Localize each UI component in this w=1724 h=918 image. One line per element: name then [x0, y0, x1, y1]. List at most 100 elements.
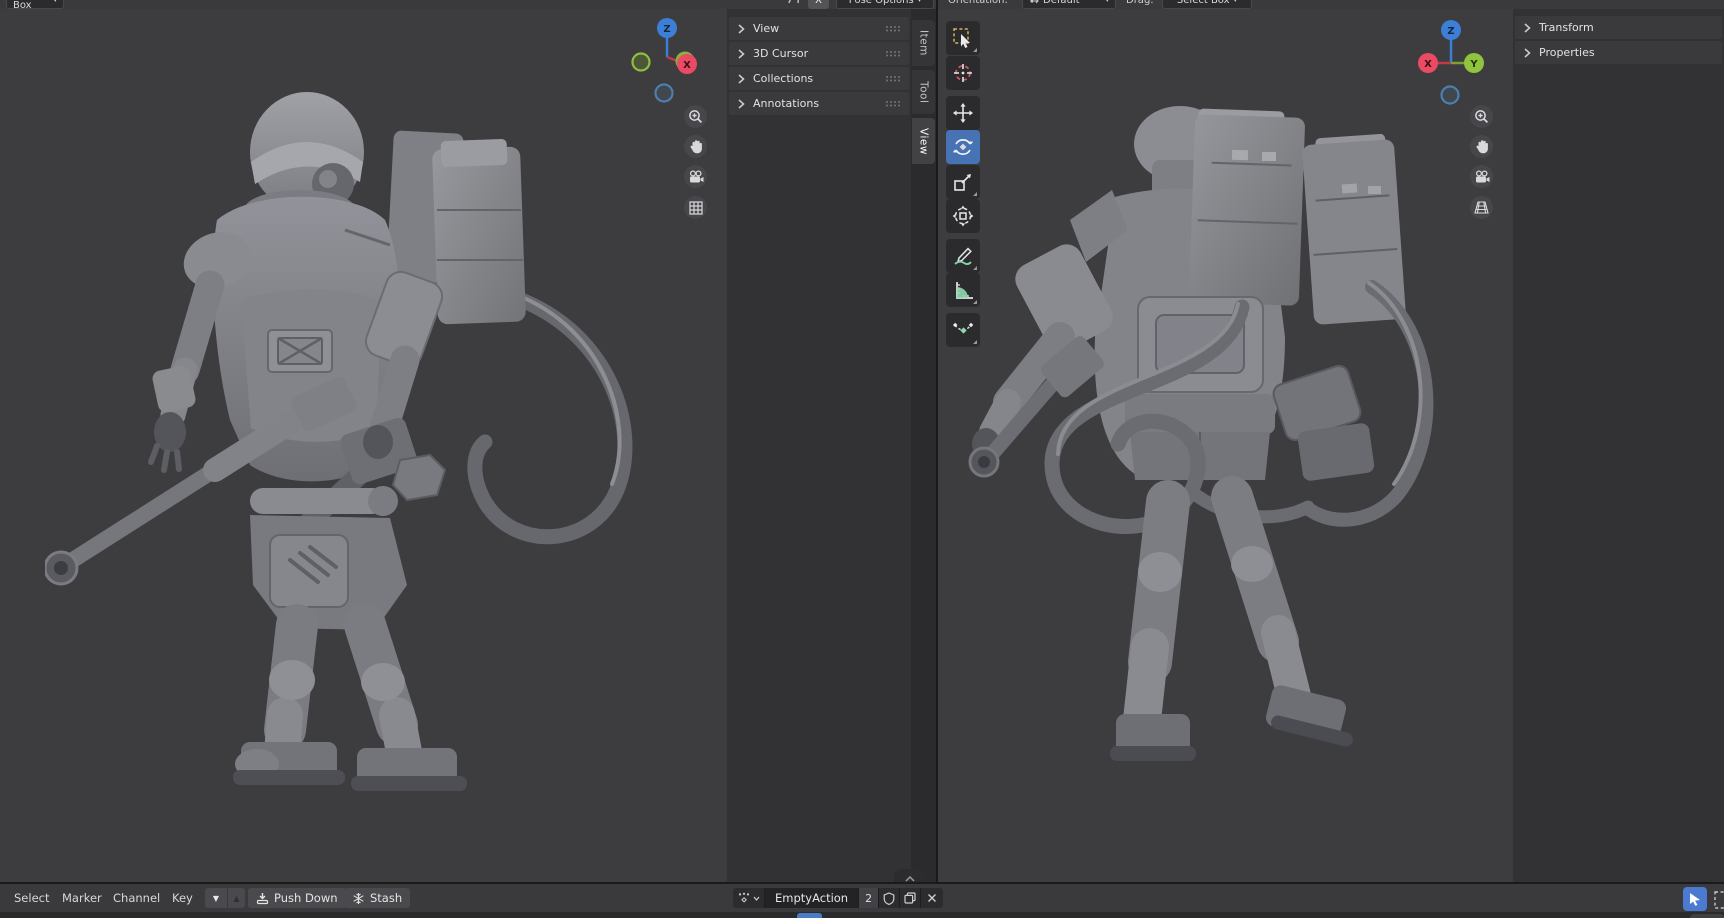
jump-up-button-disabled[interactable]: ▲	[228, 888, 245, 908]
new-action-copy-button[interactable]	[900, 888, 921, 908]
tool-corner-indicator	[973, 48, 977, 52]
blender-window: Select Box ▾ X Pose Options ▾ Orientatio…	[0, 0, 1724, 918]
sidebar-item-tab-panels: Transform Properties	[1513, 9, 1724, 884]
action-icon	[738, 892, 750, 904]
nav-gizmo-back[interactable]: Z X Y	[1399, 14, 1509, 109]
grip-dots-icon[interactable]	[885, 75, 901, 82]
pan-hand-icon[interactable]	[684, 135, 707, 158]
tab-tool[interactable]: Tool	[912, 70, 935, 114]
section-label: Annotations	[753, 97, 819, 110]
push-down-button[interactable]: Push Down	[248, 888, 346, 908]
active-tool-dropdown[interactable]: Select Box ▾	[6, 0, 64, 9]
jump-down-button[interactable]: ▼	[205, 888, 228, 908]
menu-select[interactable]: Select	[14, 884, 49, 912]
nav-gizmo-front[interactable]: Z X	[615, 14, 725, 109]
chevron-right-icon	[1523, 48, 1531, 58]
tab-item[interactable]: Item	[912, 20, 935, 66]
menu-channel[interactable]: Channel	[113, 884, 160, 912]
chevron-right-icon	[737, 99, 745, 109]
tool-corner-indicator	[973, 300, 977, 304]
action-datablock-selector: EmptyAction 2	[733, 888, 943, 908]
action-browse-dropdown[interactable]	[733, 888, 765, 908]
tool-settings-header: Select Box ▾ X Pose Options ▾ Orientatio…	[0, 0, 1724, 9]
tool-rotate[interactable]	[946, 130, 980, 164]
pan-hand-icon[interactable]	[1470, 135, 1493, 158]
orientation-dropdown[interactable]: Default ▾	[1022, 0, 1116, 9]
panel-section-properties[interactable]: Properties	[1515, 41, 1722, 64]
action-name-field[interactable]: EmptyAction	[765, 888, 859, 908]
keyframe-jump-buttons: ▼ ▲	[205, 888, 245, 908]
tab-label: Item	[918, 30, 930, 56]
dopesheet-summary-bar	[797, 913, 822, 918]
zoom-icon[interactable]	[684, 105, 707, 128]
orientation-global-icon	[1029, 0, 1039, 5]
drag-label: Drag:	[1126, 0, 1154, 8]
tab-view[interactable]: View	[912, 118, 935, 164]
grid-icon[interactable]	[1470, 196, 1493, 219]
tool-scale[interactable]	[946, 165, 980, 199]
tool-cursor[interactable]	[946, 56, 980, 90]
tool-move[interactable]	[946, 96, 980, 130]
cursor-arrow-icon	[1688, 892, 1702, 906]
tool-pose-breakdowner[interactable]	[946, 313, 980, 347]
orientation-label: Orientation:	[948, 0, 1008, 8]
panel-section-collections[interactable]: Collections	[729, 67, 909, 90]
axis-x-label: X	[1424, 59, 1432, 70]
pose-options-label: Pose Options	[849, 0, 914, 6]
tool-annotate[interactable]	[946, 239, 980, 273]
chevron-right-icon	[1523, 23, 1531, 33]
section-label: View	[753, 22, 779, 35]
axis-z-label: Z	[663, 24, 670, 35]
chevron-down-icon	[753, 896, 760, 901]
stash-freeze-icon	[352, 892, 365, 905]
menu-key[interactable]: Key	[172, 884, 193, 912]
chevron-down-icon: ▾	[918, 0, 922, 4]
copy-icon	[904, 892, 916, 904]
section-label: 3D Cursor	[753, 47, 808, 60]
tool-tweak-select-box[interactable]	[946, 21, 980, 55]
stash-label: Stash	[370, 891, 402, 905]
unlink-action-button[interactable]	[921, 888, 943, 908]
panel-section-transform[interactable]: Transform	[1515, 16, 1722, 39]
panel-section-annotations[interactable]: Annotations	[729, 92, 909, 115]
axis-y-label: Y	[1469, 59, 1478, 70]
close-icon	[927, 893, 937, 903]
tool-measure[interactable]	[946, 273, 980, 307]
active-tweak-tool-button[interactable]	[1683, 887, 1707, 911]
tab-label: Tool	[918, 81, 930, 103]
pose-options-dropdown[interactable]: Pose Options ▾	[836, 0, 934, 9]
stash-button[interactable]: Stash	[344, 888, 410, 908]
tool-transform[interactable]	[946, 199, 980, 233]
camera-icon[interactable]	[1470, 165, 1493, 188]
tab-label: View	[918, 128, 930, 155]
chevron-right-icon	[737, 74, 745, 84]
mirror-x-toggle[interactable]: X	[808, 0, 829, 9]
axis-x-label: X	[683, 60, 691, 71]
tool-corner-indicator	[973, 340, 977, 344]
section-label: Properties	[1539, 46, 1595, 59]
grip-dots-icon[interactable]	[885, 50, 901, 57]
camera-icon[interactable]	[684, 165, 707, 188]
drag-mode-dropdown[interactable]: Select Box ▾	[1162, 0, 1252, 9]
select-box-partial-icon[interactable]	[1712, 889, 1724, 911]
panel-section-view[interactable]: View	[729, 17, 909, 40]
section-label: Transform	[1539, 21, 1594, 34]
shield-icon	[883, 892, 895, 905]
grid-icon[interactable]	[684, 196, 707, 219]
chevron-right-icon	[737, 49, 745, 59]
action-users-count[interactable]: 2	[859, 888, 879, 908]
chevron-down-icon: ▾	[1234, 0, 1238, 4]
grip-dots-icon[interactable]	[885, 25, 901, 32]
viewport-splitter[interactable]	[936, 0, 938, 884]
sidebar-view-tab-panels: View 3D Cursor Collections Annotations	[727, 9, 911, 884]
dopesheet-content-strip[interactable]	[0, 912, 1724, 918]
panel-section-3d-cursor[interactable]: 3D Cursor	[729, 42, 909, 65]
grip-dots-icon[interactable]	[885, 100, 901, 107]
zoom-icon[interactable]	[1470, 105, 1493, 128]
push-down-icon	[256, 892, 269, 905]
editor-corner	[1690, 914, 1724, 918]
fake-user-shield-toggle[interactable]	[879, 888, 900, 908]
orientation-value: Default	[1043, 0, 1080, 6]
scroll-up-indicator[interactable]	[894, 869, 926, 882]
menu-marker[interactable]: Marker	[62, 884, 102, 912]
